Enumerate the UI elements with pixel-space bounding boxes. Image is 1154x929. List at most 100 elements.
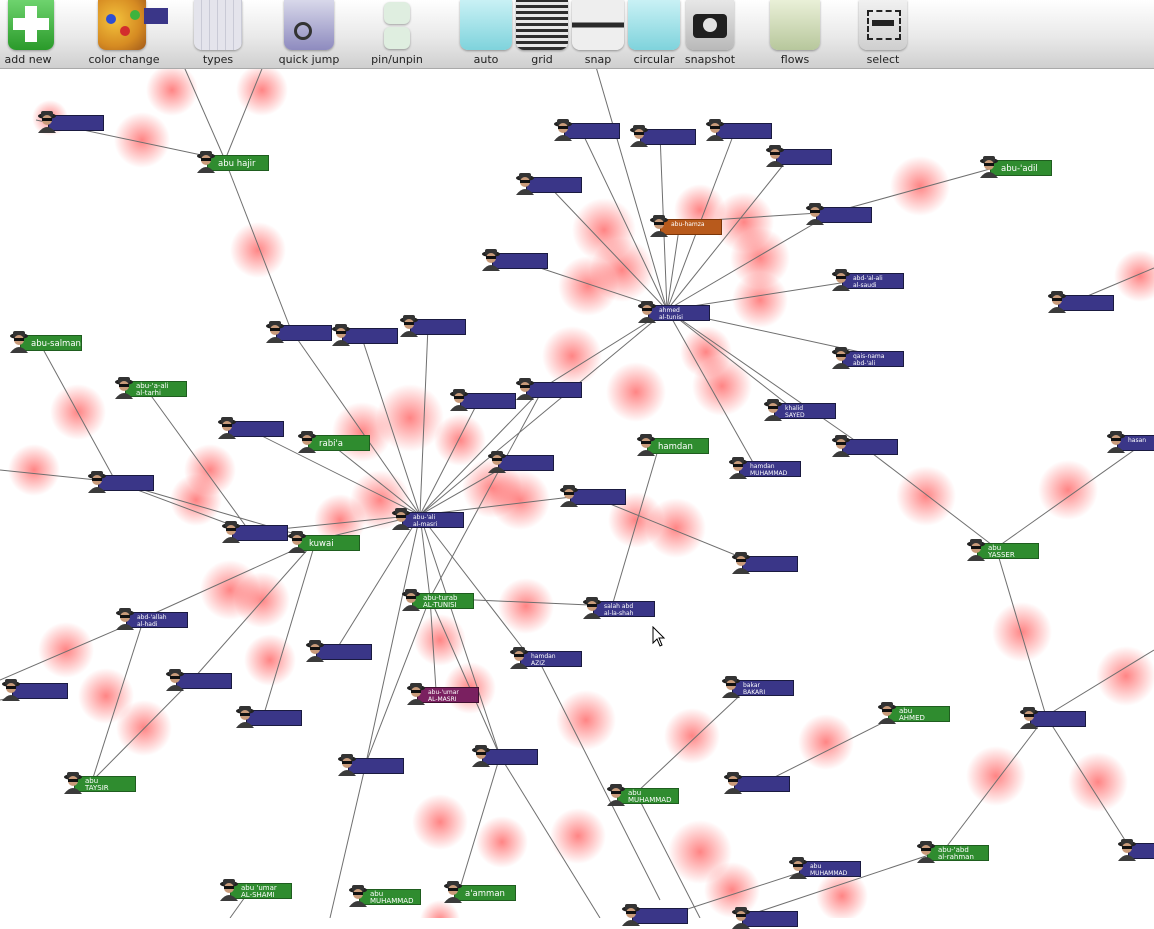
graph-node-unlabeled[interactable]: [448, 389, 518, 411]
person-avatar-icon: [650, 215, 668, 237]
person-avatar-icon: [583, 597, 601, 619]
graph-node-unlabeled[interactable]: [486, 451, 556, 473]
graph-node[interactable]: abu-'abd al-rahman: [915, 841, 991, 863]
graph-node[interactable]: abu TAYSIR: [62, 772, 138, 794]
auto-label: auto: [473, 53, 499, 66]
graph-node[interactable]: abu hajir: [195, 151, 271, 173]
graph-node-unlabeled[interactable]: [730, 907, 800, 929]
graph-node-unlabeled[interactable]: [1046, 291, 1116, 313]
graph-node-unlabeled[interactable]: [220, 521, 290, 543]
person-avatar-icon: [88, 471, 106, 493]
graph-node-unlabeled[interactable]: [304, 640, 374, 662]
graph-node-unlabeled[interactable]: [620, 904, 690, 926]
person-avatar-icon: [338, 754, 356, 776]
unpin-icon: [384, 27, 410, 49]
quick-jump-button[interactable]: quick jump: [274, 0, 344, 68]
add-new-button[interactable]: add new: [0, 0, 56, 68]
graph-node[interactable]: abu-hamza: [648, 215, 724, 237]
graph-node[interactable]: abd-'allah al-hadi: [114, 608, 190, 630]
graph-node-unlabeled[interactable]: [216, 417, 286, 439]
graph-edge: [263, 539, 317, 715]
graph-node[interactable]: abu-turab AL-TUNISI: [400, 589, 476, 611]
graph-node[interactable]: abu AHMED: [876, 702, 952, 724]
types-button[interactable]: types: [190, 0, 246, 68]
graph-node-unlabeled[interactable]: [514, 378, 584, 400]
graph-node-unlabeled[interactable]: [552, 119, 622, 141]
person-avatar-icon: [116, 608, 134, 630]
person-avatar-icon: [197, 151, 215, 173]
graph-node-unlabeled[interactable]: [480, 249, 550, 271]
person-avatar-icon: [917, 841, 935, 863]
graph-node[interactable]: abu-'umar AL-MASRI: [405, 683, 481, 705]
graph-node-unlabeled[interactable]: [1116, 839, 1154, 861]
graph-node-unlabeled[interactable]: [0, 679, 70, 701]
graph-node[interactable]: khalid SAYED RASHID: [762, 399, 838, 421]
snap-button[interactable]: snap: [570, 0, 626, 68]
person-avatar-icon: [1107, 431, 1125, 453]
graph-node[interactable]: hamdan: [635, 434, 711, 456]
graph-node[interactable]: qais-nama abd-'ali: [830, 347, 906, 369]
graph-node[interactable]: abd-'al-ali al-saudi: [830, 269, 906, 291]
person-avatar-icon: [482, 249, 500, 271]
graph-node[interactable]: abu-salman: [8, 331, 84, 353]
graph-node-unlabeled[interactable]: [336, 754, 406, 776]
graph-node[interactable]: hasan: [1105, 431, 1154, 453]
color-change-button[interactable]: color change: [84, 0, 168, 68]
graph-node-unlabeled[interactable]: [704, 119, 774, 141]
graph-node[interactable]: abu YASSER: [965, 539, 1041, 561]
types-label: types: [202, 53, 234, 66]
graph-node-unlabeled[interactable]: [558, 485, 628, 507]
person-avatar-icon: [392, 508, 410, 530]
graph-node[interactable]: abu-'adil: [978, 156, 1054, 178]
link-heat-glow: [680, 326, 732, 378]
link-heat-glow: [966, 746, 1026, 806]
link-heat-glow: [434, 414, 486, 466]
graph-node-unlabeled[interactable]: [628, 125, 698, 147]
auto-layout-button[interactable]: auto: [458, 0, 514, 68]
graph-node-unlabeled[interactable]: [164, 669, 234, 691]
graph-node[interactable]: ahmed al-tunisi: [636, 301, 712, 323]
pin-unpin-button[interactable]: pin/unpin: [357, 0, 437, 68]
graph-node-unlabeled[interactable]: [722, 772, 792, 794]
graph-node[interactable]: abu MUHAMMAD AL-MASRI: [347, 885, 423, 907]
graph-node[interactable]: a'amman: [442, 881, 518, 903]
grid-layout-button[interactable]: grid: [514, 0, 570, 68]
graph-node[interactable]: salah abd al-la-shah: [581, 597, 657, 619]
graph-node[interactable]: abu MUHAMMAD: [605, 784, 681, 806]
graph-node-unlabeled[interactable]: [804, 203, 874, 225]
graph-node-unlabeled[interactable]: [234, 706, 304, 728]
graph-node-unlabeled[interactable]: [398, 315, 468, 337]
graph-node[interactable]: abu 'umar AL-SHAMI: [218, 879, 294, 901]
graph-node-unlabeled[interactable]: [764, 145, 834, 167]
link-heat-glow: [234, 572, 290, 628]
person-avatar-icon: [2, 679, 20, 701]
graph-node-unlabeled[interactable]: [330, 324, 400, 346]
graph-node[interactable]: abu-'a-ali al-tarhi: [113, 377, 189, 399]
person-avatar-icon: [218, 417, 236, 439]
graph-node-unlabeled[interactable]: [1018, 707, 1088, 729]
graph-node[interactable]: rabi'a: [296, 431, 372, 453]
graph-node-unlabeled[interactable]: [514, 173, 584, 195]
person-avatar-icon: [472, 745, 490, 767]
graph-node[interactable]: bakar BAKARI: [720, 676, 796, 698]
select-button[interactable]: select: [855, 0, 911, 68]
graph-node[interactable]: hamdan MUHAMMAD SALIM: [727, 457, 803, 479]
graph-node-unlabeled[interactable]: [264, 321, 334, 343]
graph-node-unlabeled[interactable]: [470, 745, 540, 767]
graph-node-unlabeled[interactable]: [730, 552, 800, 574]
person-avatar-icon: [832, 347, 850, 369]
graph-node-unlabeled[interactable]: [36, 111, 106, 133]
person-avatar-icon: [516, 378, 534, 400]
snapshot-button[interactable]: snapshot: [682, 0, 738, 68]
person-avatar-icon: [554, 119, 572, 141]
graph-node[interactable]: abu MUHAMMAD AL-MASRI: [787, 857, 863, 879]
graph-node[interactable]: abu-'ali al-masri: [390, 508, 466, 530]
person-avatar-icon: [638, 301, 656, 323]
graph-node-unlabeled[interactable]: [830, 435, 900, 457]
selection-icon: [859, 0, 907, 50]
graph-node[interactable]: kuwai: [286, 531, 362, 553]
circular-layout-button[interactable]: circular: [626, 0, 682, 68]
flows-button[interactable]: flows: [764, 0, 826, 68]
graph-node[interactable]: hamdan AZIZ: [508, 647, 584, 669]
graph-node-unlabeled[interactable]: [86, 471, 156, 493]
